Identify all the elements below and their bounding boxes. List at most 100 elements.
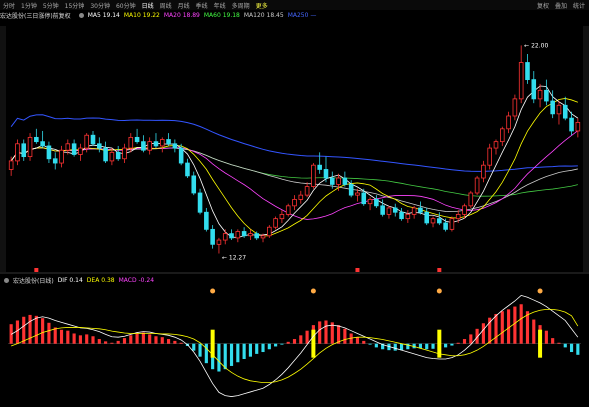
signal-hand-icon — [210, 288, 216, 294]
stock-chart-window: { "topbar": { "tabs": ["分时","1分钟","5分钟",… — [0, 0, 589, 407]
dif-line — [10, 294, 579, 397]
candle-body — [78, 147, 83, 155]
candle-body — [34, 136, 39, 143]
candle-body — [455, 213, 461, 220]
candle-body — [52, 158, 58, 164]
candle-body — [418, 207, 423, 213]
candle-body — [430, 218, 436, 224]
candle-body — [556, 104, 562, 115]
candle-body — [550, 100, 555, 115]
candle-body — [254, 233, 260, 239]
candle-body — [323, 169, 329, 179]
candle-body — [159, 139, 165, 147]
signal-hand-icon — [310, 288, 316, 294]
candle-body — [304, 186, 310, 196]
candle-body — [185, 162, 190, 177]
candle-body — [374, 199, 379, 207]
candle-body — [267, 226, 272, 237]
candle-body — [512, 98, 518, 117]
high-price-label: ← 22.00 — [524, 42, 548, 49]
candle-body — [122, 147, 127, 160]
candle-body — [562, 104, 568, 119]
low-price-label: ← 12.27 — [222, 255, 246, 262]
candle-body — [115, 151, 121, 160]
candle-body — [27, 136, 33, 158]
candle-body — [537, 89, 543, 100]
event-marker — [34, 268, 39, 272]
candle-body — [298, 194, 304, 200]
candle-body — [65, 143, 71, 151]
candle-body — [411, 207, 417, 215]
candle-body — [172, 143, 178, 149]
candle-body — [468, 192, 474, 207]
candle-body — [241, 231, 247, 237]
candle-body — [367, 199, 373, 205]
candle-body — [569, 117, 574, 132]
candle-body — [575, 122, 581, 132]
chart-canvas: ← 22.00 ← 12.27 — [0, 42, 589, 397]
signal-hand-icon — [436, 288, 442, 294]
candle-body — [8, 160, 14, 170]
candle-body — [248, 233, 253, 237]
ma10-line — [10, 98, 578, 237]
candle-body — [392, 207, 398, 213]
candle-body — [380, 205, 385, 215]
candle-body — [500, 128, 505, 143]
candle-body — [273, 218, 278, 228]
ma250-line — [10, 114, 578, 172]
candle-body — [443, 222, 448, 230]
candle-body — [103, 147, 108, 162]
candle-body — [544, 89, 549, 102]
macd-signal-bar — [538, 329, 543, 358]
candle-body — [191, 175, 197, 194]
candle-body — [525, 62, 530, 81]
candle-body — [348, 184, 354, 196]
candle-body — [437, 218, 442, 224]
candle-body — [317, 164, 322, 170]
candle-body — [216, 239, 222, 245]
candle-body — [361, 192, 367, 205]
candle-body — [97, 143, 102, 149]
candle-body — [210, 228, 215, 245]
candle-body — [141, 141, 146, 151]
candle-body — [279, 213, 285, 220]
candle-body — [474, 177, 480, 194]
candle-body — [178, 147, 184, 164]
event-marker — [355, 268, 360, 272]
candle-body — [21, 143, 27, 158]
candle-body — [128, 136, 134, 149]
candle-body — [449, 218, 455, 230]
candle-body — [71, 143, 77, 155]
candle-body — [260, 235, 266, 239]
candle-body — [15, 143, 20, 162]
candle-body — [229, 233, 234, 239]
candle-body — [90, 134, 96, 145]
candle-body — [222, 233, 228, 241]
candle-body — [166, 139, 171, 145]
candle-body — [40, 141, 45, 147]
candle-body — [84, 134, 89, 149]
candle-body — [518, 62, 524, 100]
candle-body — [329, 177, 335, 185]
candle-body — [462, 205, 467, 215]
candle-body — [386, 207, 392, 215]
event-marker — [437, 268, 442, 272]
candle-body — [311, 164, 316, 187]
candle-body — [292, 199, 297, 207]
ma5-line — [10, 85, 579, 238]
dea-line — [11, 308, 579, 384]
candle-body — [285, 205, 291, 215]
candle-body — [424, 211, 430, 224]
candle-body — [134, 136, 140, 143]
candle-body — [204, 211, 209, 230]
candle-body — [46, 145, 52, 160]
candle-body — [147, 141, 152, 151]
candle-body — [59, 149, 64, 164]
candle-body — [487, 147, 492, 166]
candle-body — [405, 213, 411, 220]
candle-body — [399, 211, 404, 220]
candle-body — [355, 192, 360, 196]
candle-body — [481, 164, 486, 179]
candle-body — [235, 231, 241, 239]
candle-body — [531, 79, 537, 100]
